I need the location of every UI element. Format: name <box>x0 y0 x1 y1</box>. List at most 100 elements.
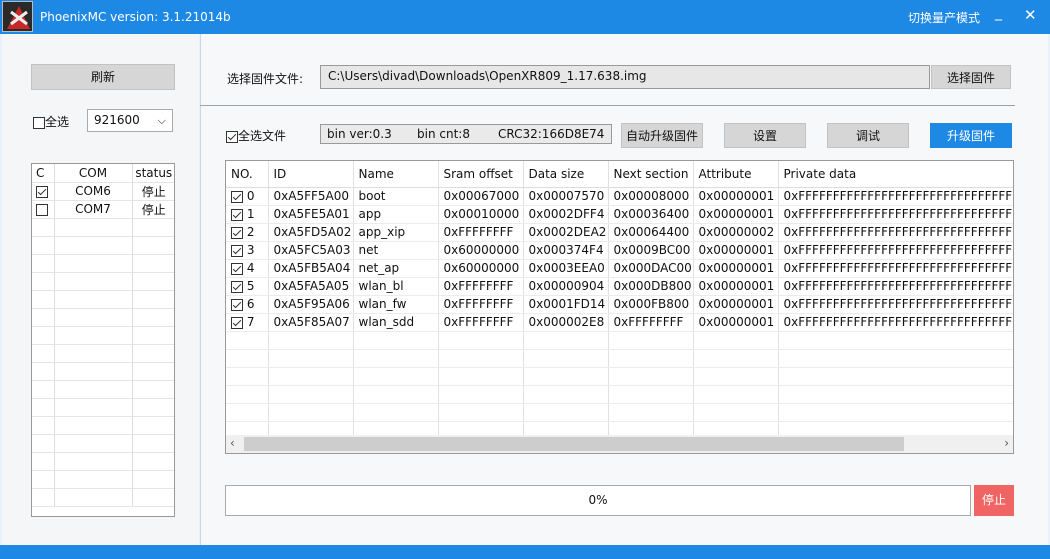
port-name: COM6 <box>54 182 133 201</box>
row-select[interactable]: 2 <box>226 223 269 242</box>
window-title: PhoenixMC version: 3.1.21014b <box>40 10 231 24</box>
section-id: 0xA5FA5A05 <box>268 277 354 296</box>
private-data: 0xFFFFFFFFFFFFFFFFFFFFFFFFFFFFFFFFFFFF <box>778 223 1013 242</box>
minimize-button[interactable]: _ <box>995 5 1002 21</box>
settings-button[interactable]: 设置 <box>724 123 806 148</box>
row-select[interactable]: 3 <box>226 241 269 260</box>
table-row[interactable]: 1 0xA5FE5A01 app 0x00010000 0x0002DFF4 0x0003… <box>226 205 1013 224</box>
section-name: boot <box>353 187 439 206</box>
firmware-path-field[interactable]: C:\Users\divad\Downloads\OpenXR809_1.17.… <box>320 65 930 89</box>
section-id: 0xA5F85A07 <box>268 313 354 332</box>
bin-count: bin cnt:8 <box>417 127 470 141</box>
sram-offset: 0x60000000 <box>438 259 524 278</box>
select-all-ports-checkbox[interactable] <box>33 116 45 129</box>
col-header-id: ID <box>268 161 354 188</box>
data-size: 0x0003EEA0 <box>523 259 609 278</box>
section-id: 0xA5F95A06 <box>268 295 354 314</box>
next-section: 0x00008000 <box>608 187 694 206</box>
com-port-table: C COM status COM6 停止 COM7 停止 <box>31 163 175 517</box>
row-number: 3 <box>246 243 255 257</box>
next-section: 0x0009BC00 <box>608 241 694 260</box>
col-header-private-data: Private data <box>778 161 1013 188</box>
private-data: 0xFFFFFFFFFFFFFFFFFFFFFFFFFFFFFFFF001 <box>778 187 1013 206</box>
row-select[interactable]: 4 <box>226 259 269 278</box>
table-row[interactable]: 3 0xA5FC5A03 net 0x60000000 0x000374F4 0x0009… <box>226 241 1013 260</box>
row-select[interactable]: 7 <box>226 313 269 332</box>
table-row[interactable]: 4 0xA5FB5A04 net_ap 0x60000000 0x0003EEA0 0x0… <box>226 259 1013 278</box>
auto-upgrade-button[interactable]: 自动升级固件 <box>621 123 703 148</box>
row-checkbox[interactable] <box>231 262 243 275</box>
attribute: 0x00000001 <box>693 259 779 278</box>
private-data: 0xFFFFFFFFFFFFFFFFFFFFFFFFFFFFFFFFFFFF <box>778 277 1013 296</box>
row-select[interactable]: 5 <box>226 277 269 296</box>
table-row[interactable]: 7 0xA5F85A07 wlan_sdd 0xFFFFFFFF 0x000002E8 0… <box>226 313 1013 332</box>
attribute: 0x00000001 <box>693 205 779 224</box>
section-id: 0xA5FE5A01 <box>268 205 354 224</box>
data-size: 0x0002DEA2 <box>523 223 609 242</box>
section-name: net_ap <box>353 259 439 278</box>
port-status: 停止 <box>132 200 174 219</box>
debug-button[interactable]: 调试 <box>827 123 909 148</box>
select-all-files-label: 全选文件 <box>238 129 287 143</box>
row-checkbox[interactable] <box>231 244 243 257</box>
divider <box>200 105 1015 106</box>
row-select[interactable]: 6 <box>226 295 269 314</box>
data-size: 0x00000904 <box>523 277 609 296</box>
col-header-status: status <box>132 164 174 183</box>
port-status: 停止 <box>132 182 174 201</box>
table-row[interactable]: COM6 停止 <box>32 182 174 201</box>
empty-row <box>32 236 174 255</box>
scroll-left-icon[interactable]: ‹ <box>230 436 235 450</box>
empty-row <box>226 385 1013 404</box>
next-section: 0x00036400 <box>608 205 694 224</box>
table-row[interactable]: 0 0xA5FF5A00 boot 0x00067000 0x00007570 0x000… <box>226 187 1013 206</box>
port-select-cell[interactable] <box>32 182 55 201</box>
data-size: 0x0001FD14 <box>523 295 609 314</box>
row-checkbox[interactable] <box>231 316 243 329</box>
chevron-down-icon[interactable]: ⌵ <box>158 110 166 131</box>
port-name: COM7 <box>54 200 133 219</box>
row-checkbox[interactable] <box>231 190 243 203</box>
empty-row <box>32 398 174 417</box>
select-all-files-checkbox[interactable] <box>226 130 238 143</box>
scrollbar-thumb[interactable] <box>244 437 904 451</box>
close-button[interactable]: ✕ <box>1024 6 1037 24</box>
empty-row <box>32 344 174 363</box>
row-checkbox[interactable] <box>231 208 243 221</box>
select-all-ports[interactable]: 全选 <box>33 113 69 130</box>
private-data: 0xFFFFFFFFFFFFFFFFFFFFFFFFFFFFFFFFFFFF <box>778 205 1013 224</box>
horizontal-scrollbar[interactable]: ‹ › <box>226 435 1013 453</box>
table-row[interactable]: 6 0xA5F95A06 wlan_fw 0xFFFFFFFF 0x0001FD14 0x… <box>226 295 1013 314</box>
row-checkbox[interactable] <box>231 298 243 311</box>
col-header-next-section: Next section <box>608 161 694 188</box>
progress-text: 0% <box>588 493 608 507</box>
table-row[interactable]: COM7 停止 <box>32 200 174 219</box>
select-all-files[interactable]: 全选文件 <box>226 127 286 144</box>
row-checkbox[interactable] <box>231 226 243 239</box>
port-checkbox[interactable] <box>36 185 48 198</box>
section-id: 0xA5FC5A03 <box>268 241 354 260</box>
port-checkbox[interactable] <box>36 203 48 216</box>
row-select[interactable]: 0 <box>226 187 269 206</box>
row-number: 7 <box>246 315 255 329</box>
row-number: 2 <box>246 225 255 239</box>
row-select[interactable]: 1 <box>226 205 269 224</box>
table-row[interactable]: 2 0xA5FD5A02 app_xip 0xFFFFFFFF 0x0002DEA2 0x… <box>226 223 1013 242</box>
sram-offset: 0x00010000 <box>438 205 524 224</box>
refresh-button[interactable]: 刷新 <box>31 64 175 90</box>
row-checkbox[interactable] <box>231 280 243 293</box>
switch-production-mode-button[interactable]: 切换量产模式 <box>908 9 980 26</box>
section-name: wlan_fw <box>353 295 439 314</box>
port-select-cell[interactable] <box>32 200 55 219</box>
section-id: 0xA5FF5A00 <box>268 187 354 206</box>
col-header-com: COM <box>54 164 133 183</box>
upgrade-firmware-button[interactable]: 升级固件 <box>930 123 1012 148</box>
table-row[interactable]: 5 0xA5FA5A05 wlan_bl 0xFFFFFFFF 0x00000904 0x… <box>226 277 1013 296</box>
baud-rate-select[interactable]: 921600 ⌵ <box>87 109 173 132</box>
empty-row <box>226 367 1013 386</box>
table-header: NO. ID Name Sram offset Data size Next s… <box>226 161 1013 188</box>
choose-firmware-button[interactable]: 选择固件 <box>931 65 1011 89</box>
row-number: 4 <box>246 261 255 275</box>
scroll-right-icon[interactable]: › <box>1004 436 1009 450</box>
stop-button[interactable]: 停止 <box>974 485 1014 516</box>
